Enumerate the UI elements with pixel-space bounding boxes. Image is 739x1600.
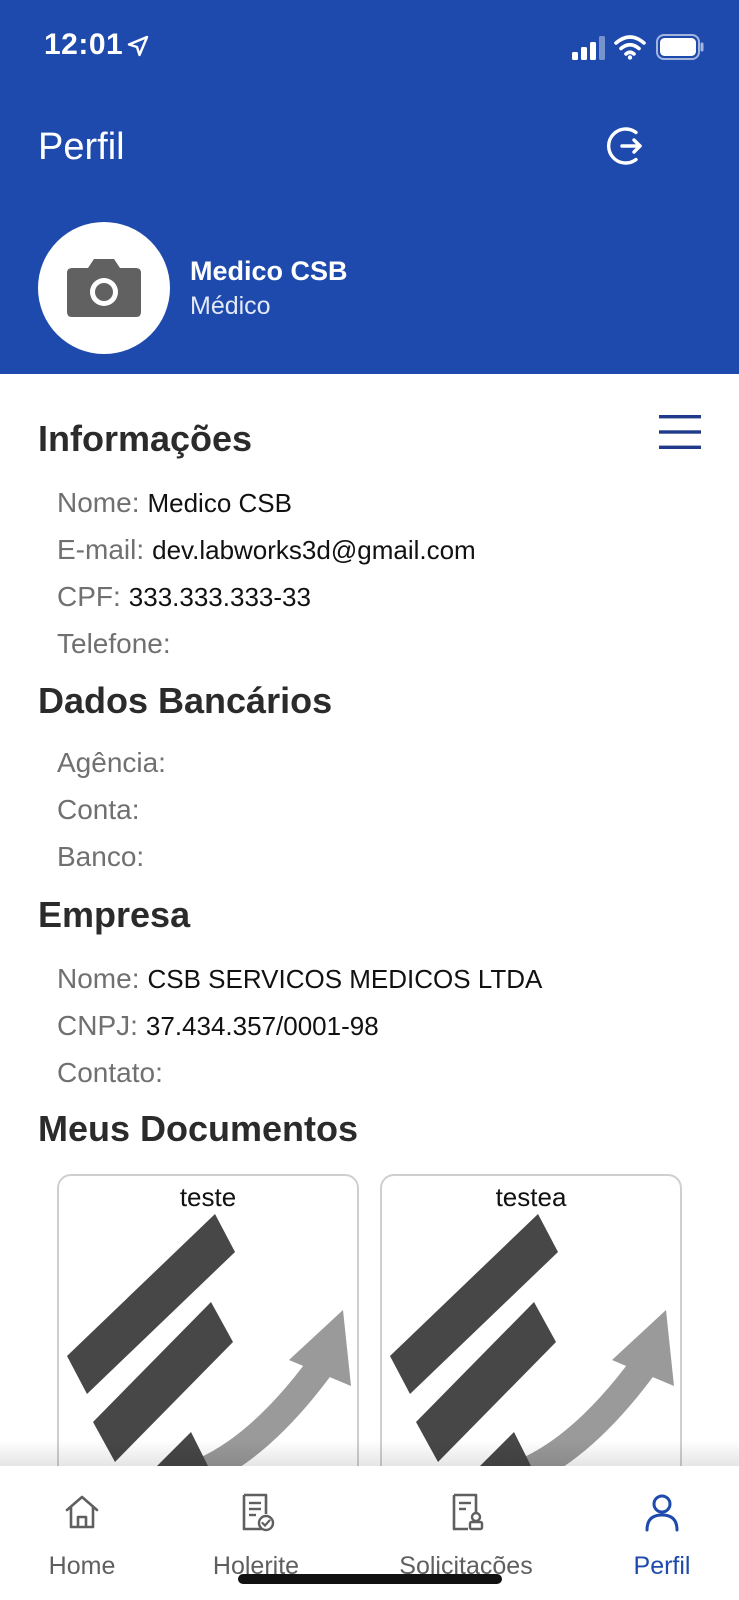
- company-row-cnpj: CNPJ: 37.434.357/0001-98: [57, 1010, 379, 1042]
- field-label: Banco:: [57, 841, 145, 872]
- profile-header: 12:01 Perfil Medico CSB Médico: [0, 0, 739, 374]
- field-label: Telefone:: [57, 628, 171, 659]
- bank-row-conta: Conta:: [57, 794, 148, 826]
- cellular-signal-icon: [572, 36, 605, 60]
- field-label: Conta:: [57, 794, 140, 825]
- tab-perfil[interactable]: Perfil: [620, 1466, 704, 1580]
- document-title: testea: [495, 1182, 567, 1212]
- field-label: CPF:: [57, 581, 121, 612]
- user-role: Médico: [190, 292, 271, 320]
- tab-solicitacoes[interactable]: Solicitações: [392, 1466, 540, 1580]
- info-row-cpf: CPF: 333.333.333-33: [57, 581, 311, 613]
- payslip-icon: [242, 1493, 275, 1532]
- field-value: 37.434.357/0001-98: [145, 1011, 379, 1041]
- battery-icon: [656, 34, 704, 60]
- tab-home[interactable]: Home: [36, 1466, 128, 1580]
- section-title-dados-bancarios: Dados Bancários: [38, 680, 333, 721]
- bank-row-banco: Banco:: [57, 841, 152, 873]
- info-row-nome: Nome: Medico CSB: [57, 487, 292, 519]
- status-time: 12:01: [44, 28, 124, 61]
- field-value: CSB SERVICOS MEDICOS LTDA: [147, 964, 543, 994]
- home-indicator: [238, 1574, 502, 1584]
- tabbar-shadow: [0, 1440, 739, 1466]
- user-name: Medico CSB: [190, 256, 348, 286]
- home-icon: [65, 1495, 99, 1529]
- logout-icon[interactable]: [602, 122, 650, 170]
- requests-icon: [452, 1493, 484, 1531]
- status-bar: 12:01: [0, 0, 739, 96]
- company-row-nome: Nome: CSB SERVICOS MEDICOS LTDA: [57, 963, 542, 995]
- tab-holerite[interactable]: Holerite: [200, 1466, 312, 1580]
- hamburger-menu-icon[interactable]: [659, 414, 701, 450]
- section-title-informacoes: Informações: [38, 418, 253, 459]
- section-title-documentos: Meus Documentos: [38, 1108, 359, 1149]
- field-label: Nome:: [57, 963, 140, 994]
- document-title: teste: [179, 1182, 237, 1212]
- wifi-icon: [614, 35, 646, 60]
- field-label: Contato:: [57, 1057, 163, 1088]
- field-value: 333.333.333-33: [128, 582, 311, 612]
- tab-label: Perfil: [633, 1552, 691, 1580]
- field-label: E-mail:: [57, 534, 145, 565]
- info-row-email: E-mail: dev.labworks3d@gmail.com: [57, 534, 476, 566]
- field-value: dev.labworks3d@gmail.com: [152, 535, 476, 565]
- field-value: Medico CSB: [147, 488, 292, 518]
- person-icon: [645, 1494, 679, 1532]
- avatar[interactable]: [38, 222, 170, 354]
- field-label: Nome:: [57, 487, 140, 518]
- bank-row-agencia: Agência:: [57, 747, 174, 779]
- field-label: CNPJ:: [57, 1010, 138, 1041]
- field-label: Agência:: [57, 747, 166, 778]
- camera-icon: [67, 259, 141, 317]
- location-arrow-icon: [127, 35, 149, 57]
- page-title: Perfil: [38, 126, 125, 168]
- section-title-empresa: Empresa: [38, 894, 191, 935]
- tab-label: Home: [48, 1552, 116, 1580]
- info-row-telefone: Telefone:: [57, 628, 179, 660]
- company-row-contato: Contato:: [57, 1057, 171, 1089]
